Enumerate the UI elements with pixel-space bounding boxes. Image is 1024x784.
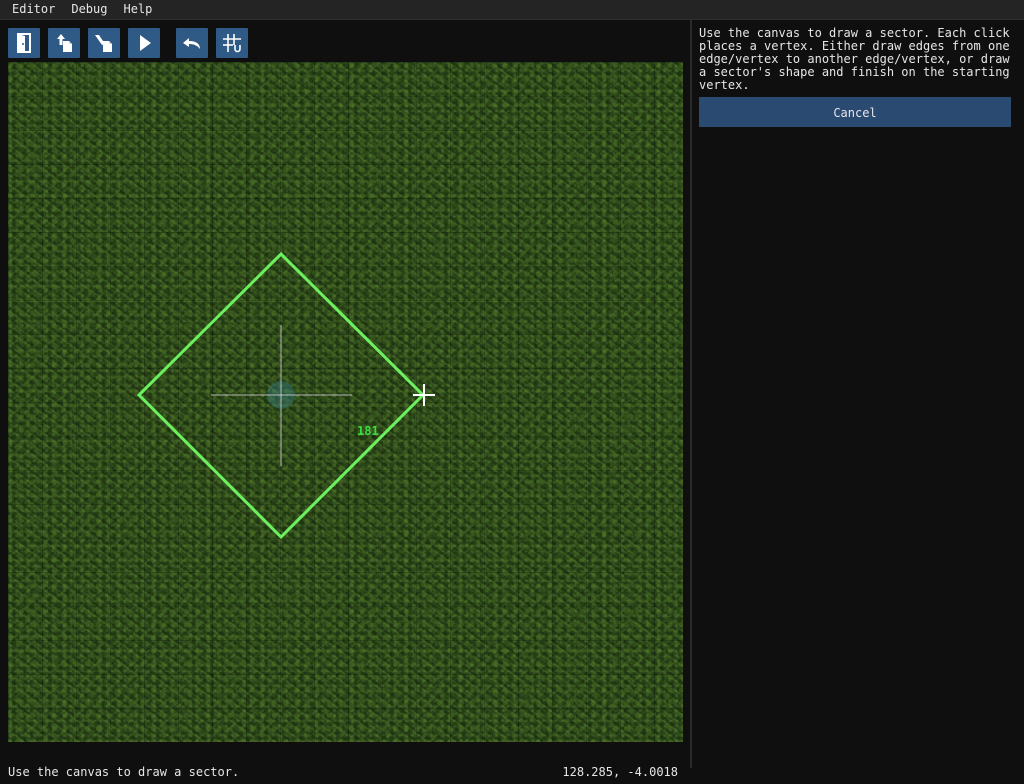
save-button[interactable] — [88, 28, 120, 58]
menu-bar: Editor Debug Help — [0, 0, 1024, 20]
menu-debug[interactable]: Debug — [63, 0, 115, 19]
save-icon — [95, 35, 112, 52]
map-canvas[interactable]: 181 — [8, 62, 683, 742]
edge-length-label: 181 — [357, 424, 379, 438]
play-icon — [140, 35, 151, 51]
menu-editor[interactable]: Editor — [0, 0, 63, 19]
cursor-coordinates: 128.285, -4.0018 — [562, 765, 678, 779]
play-button[interactable] — [128, 28, 160, 58]
status-message: Use the canvas to draw a sector. — [8, 765, 240, 779]
cancel-button[interactable]: Cancel — [699, 97, 1011, 127]
upload-icon — [57, 34, 72, 52]
undo-icon — [183, 38, 200, 49]
canvas-overlay: 181 — [136, 251, 435, 540]
status-bar: Use the canvas to draw a sector. 128.285… — [0, 762, 690, 784]
side-panel: Use the canvas to draw a sector. Each cl… — [692, 20, 1024, 768]
instructions-text: Use the canvas to draw a sector. Each cl… — [699, 26, 1010, 92]
origin-crosshair — [211, 325, 352, 466]
load-button[interactable] — [48, 28, 80, 58]
snap-to-grid-button[interactable] — [216, 28, 248, 58]
grid-snap-icon — [223, 34, 241, 53]
undo-button[interactable] — [176, 28, 208, 58]
quit-button[interactable] — [8, 28, 40, 58]
door-exit-icon — [17, 33, 31, 53]
menu-help[interactable]: Help — [115, 0, 160, 19]
editor-pane: 181 Use the canvas to draw a sector. 128… — [0, 20, 690, 784]
